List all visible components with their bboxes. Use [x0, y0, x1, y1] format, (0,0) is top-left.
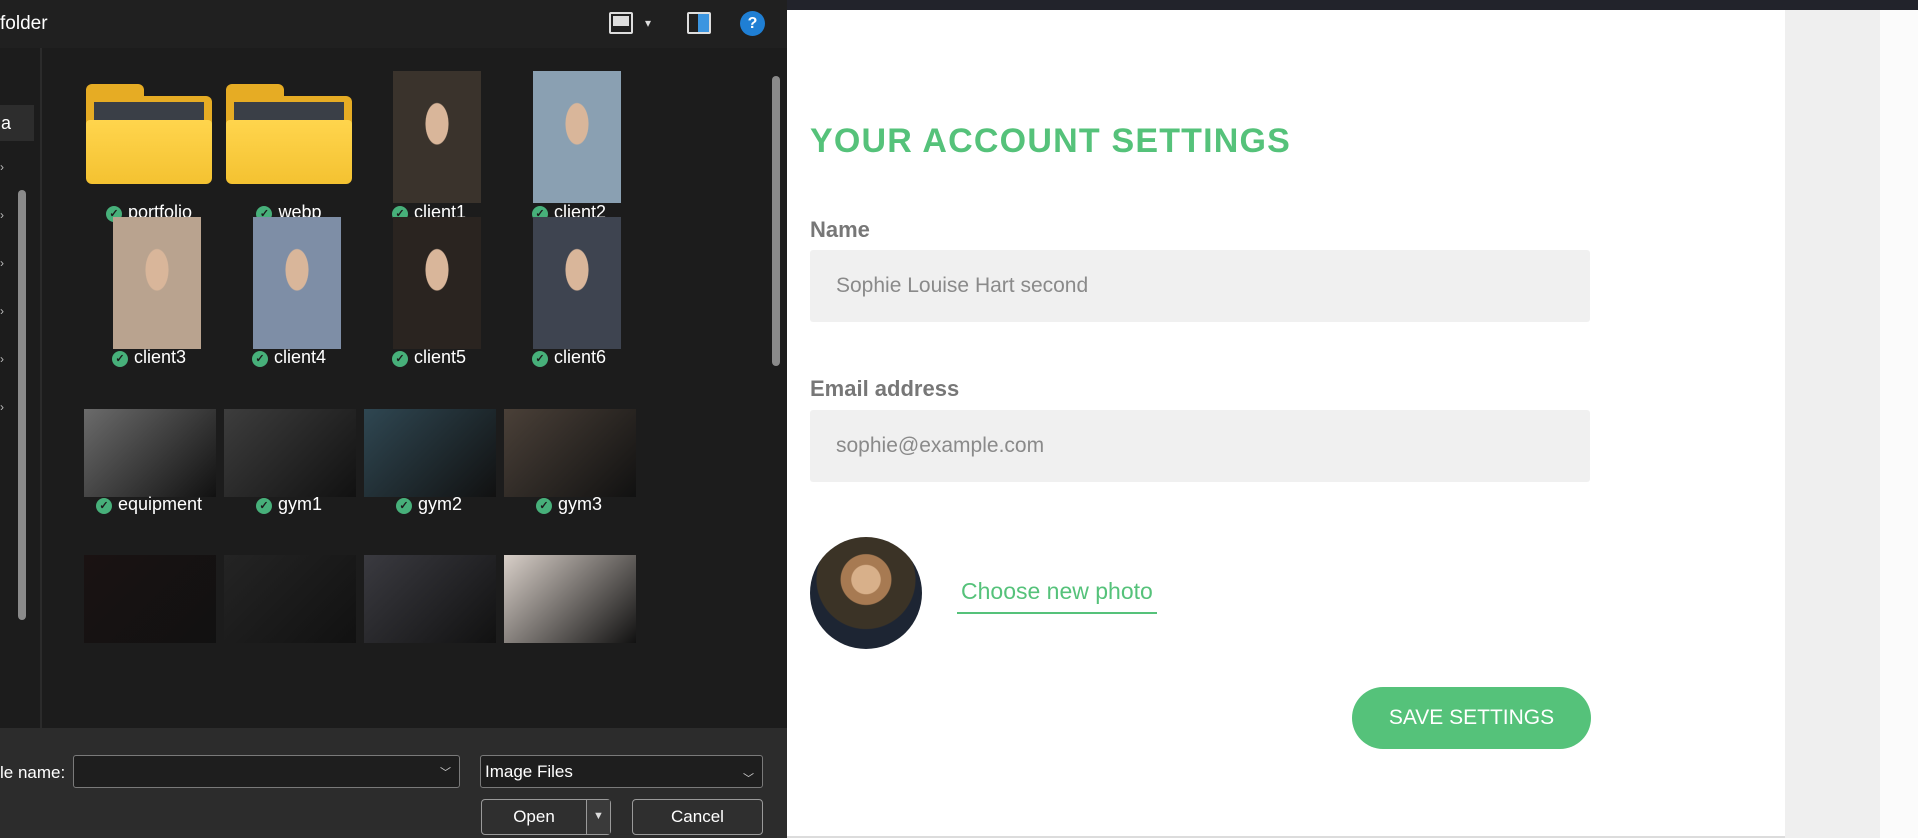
help-icon[interactable]: ?: [740, 11, 765, 36]
avatar: [810, 537, 922, 649]
expand-chevron-icon[interactable]: ›: [0, 160, 4, 174]
save-settings-button[interactable]: SAVE SETTINGS: [1352, 687, 1591, 749]
view-options-chevron-icon[interactable]: ▾: [645, 16, 651, 30]
navigation-pane: a › › › › › ›: [0, 48, 40, 728]
file-grid-scrollbar[interactable]: [772, 76, 780, 366]
file-type-value: Image Files: [485, 762, 573, 781]
settings-card: YOUR ACCOUNT SETTINGS Name Sophie Louise…: [787, 10, 1785, 838]
file-item[interactable]: [482, 48, 656, 728]
email-label: Email address: [810, 376, 960, 401]
expand-chevron-icon[interactable]: ›: [0, 304, 4, 318]
dialog-title-bar: folder ▾ ?: [0, 0, 787, 48]
chevron-down-icon: ▼: [593, 810, 604, 822]
open-button[interactable]: Open ▼: [481, 799, 611, 835]
expand-chevron-icon[interactable]: ›: [0, 208, 4, 222]
nav-item-selected[interactable]: a: [0, 105, 34, 141]
browser-top-bar: [787, 0, 1918, 10]
name-label: Name: [810, 217, 870, 242]
dialog-title: folder: [0, 13, 48, 34]
chevron-down-icon[interactable]: ﹀: [440, 764, 451, 780]
file-grid: ✓ portfolio ✓ webp ✓ client1 ✓ client2 ✓ client3 ✓…: [42, 48, 772, 728]
file-name-label: le name:: [0, 763, 66, 782]
open-options-dropdown[interactable]: ▼: [586, 800, 610, 834]
name-field[interactable]: Sophie Louise Hart second: [810, 250, 1590, 322]
page-side-panel: [1785, 10, 1880, 838]
expand-chevron-icon[interactable]: ›: [0, 256, 4, 270]
file-open-dialog: folder ▾ ? a › › › › › › ✓ portfolio ✓ webp…: [0, 0, 787, 838]
cancel-button[interactable]: Cancel: [632, 799, 763, 835]
file-type-select[interactable]: Image Files ﹀: [480, 755, 763, 788]
image-thumbnail: [84, 555, 216, 643]
account-settings-page: YOUR ACCOUNT SETTINGS Name Sophie Louise…: [787, 0, 1918, 838]
choose-photo-link[interactable]: Choose new photo: [957, 576, 1157, 614]
file-name-input[interactable]: ﹀: [73, 755, 460, 788]
page-title: YOUR ACCOUNT SETTINGS: [810, 122, 1292, 160]
expand-chevron-icon[interactable]: ›: [0, 352, 4, 366]
image-thumbnail: [224, 555, 356, 643]
image-thumbnail: [504, 555, 636, 643]
nav-scrollbar[interactable]: [18, 190, 26, 620]
open-button-label: Open: [513, 807, 555, 826]
preview-pane-icon[interactable]: [687, 12, 711, 34]
image-thumbnail: [364, 555, 496, 643]
page-side-edge: [1880, 10, 1918, 838]
chevron-down-icon[interactable]: ﹀: [743, 764, 754, 795]
email-field[interactable]: sophie@example.com: [810, 410, 1590, 482]
change-view-icon[interactable]: [609, 12, 633, 34]
expand-chevron-icon[interactable]: ›: [0, 400, 4, 414]
